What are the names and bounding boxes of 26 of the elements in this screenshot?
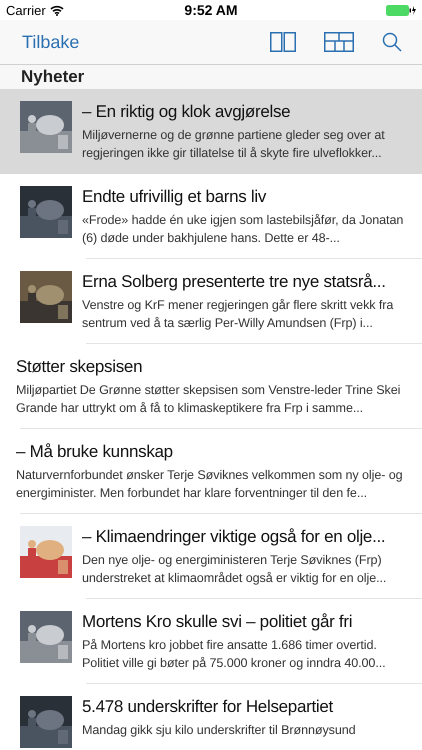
article-title: Endte ufrivillig et barns liv	[82, 186, 266, 208]
back-link[interactable]: Tilbake	[22, 32, 80, 52]
article-row[interactable]: – En riktig og klok avgjørelse Miljøvernerne og de grønne partiene gleder seg over at regjeringen ikke gir tillatelse til å skyte fire ulveflokker...	[0, 89, 422, 174]
article-summary: «Frode» hadde én uke igjen som lastebilsjåfør, da Jonatan (6) døde under bakhjulene hans. Dette er 48-...	[82, 212, 404, 247]
article-title: Mortens Kro skulle svi – politiet går fri	[82, 611, 352, 633]
article-title: 5.478 underskrifter for Helsepartiet	[82, 696, 333, 718]
article-title: Støtter skepsisen	[16, 356, 142, 378]
section-title: Nyheter	[21, 67, 84, 87]
article-summary: Miljøvernerne og de grønne partiene gleder seg over at regjeringen ikke gir tillatelse til å skyte fire ulveflokker...	[82, 127, 386, 162]
article-summary: Miljøpartiet De Grønne støtter skepsisen som Venstre-leder Trine Skei Grande har uttrykt om å få to klimaskeptikere fra Frp i samme...	[16, 382, 402, 417]
article-summary: På Mortens kro jobbet fire ansatte 1.686 timer overtid. Politiet ville gi bøter på 75.000 kroner og inndra 40.00...	[82, 637, 387, 672]
battery-icon	[386, 4, 416, 16]
wifi-icon	[50, 4, 64, 16]
two-column-layout-icon[interactable]	[270, 32, 296, 52]
search-icon[interactable]	[382, 32, 402, 52]
article-title: – Klimaendringer viktige også for en olje...	[82, 526, 386, 548]
clock-time: 9:52 AM	[184, 2, 238, 18]
article-summary: Den nye olje- og energiministeren Terje Søviknes (Frp) understreket at klimaområdet også er viktig for en olje...	[82, 552, 388, 587]
article-summary: Naturvernforbundet ønsker Terje Søviknes velkommen som ny olje- og energiminister. Men forbundet har klare forventninger til den fe...	[16, 467, 404, 502]
article-summary: Venstre og KrF mener regjeringen går flere skritt vekk fra sentrum ved å ta særlig Per-Willy Amundsen (Frp) i...	[82, 297, 394, 332]
article-title: – Må bruke kunnskap	[16, 441, 173, 463]
article-title: Erna Solberg presenterte tre nye statsrå...	[82, 271, 386, 293]
grid-layout-icon[interactable]	[324, 32, 354, 52]
carrier-label: Carrier	[6, 2, 46, 18]
article-title: – En riktig og klok avgjørelse	[82, 101, 290, 123]
article-summary: Mandag gikk sju kilo underskrifter til Brønnøysund	[82, 722, 357, 739]
